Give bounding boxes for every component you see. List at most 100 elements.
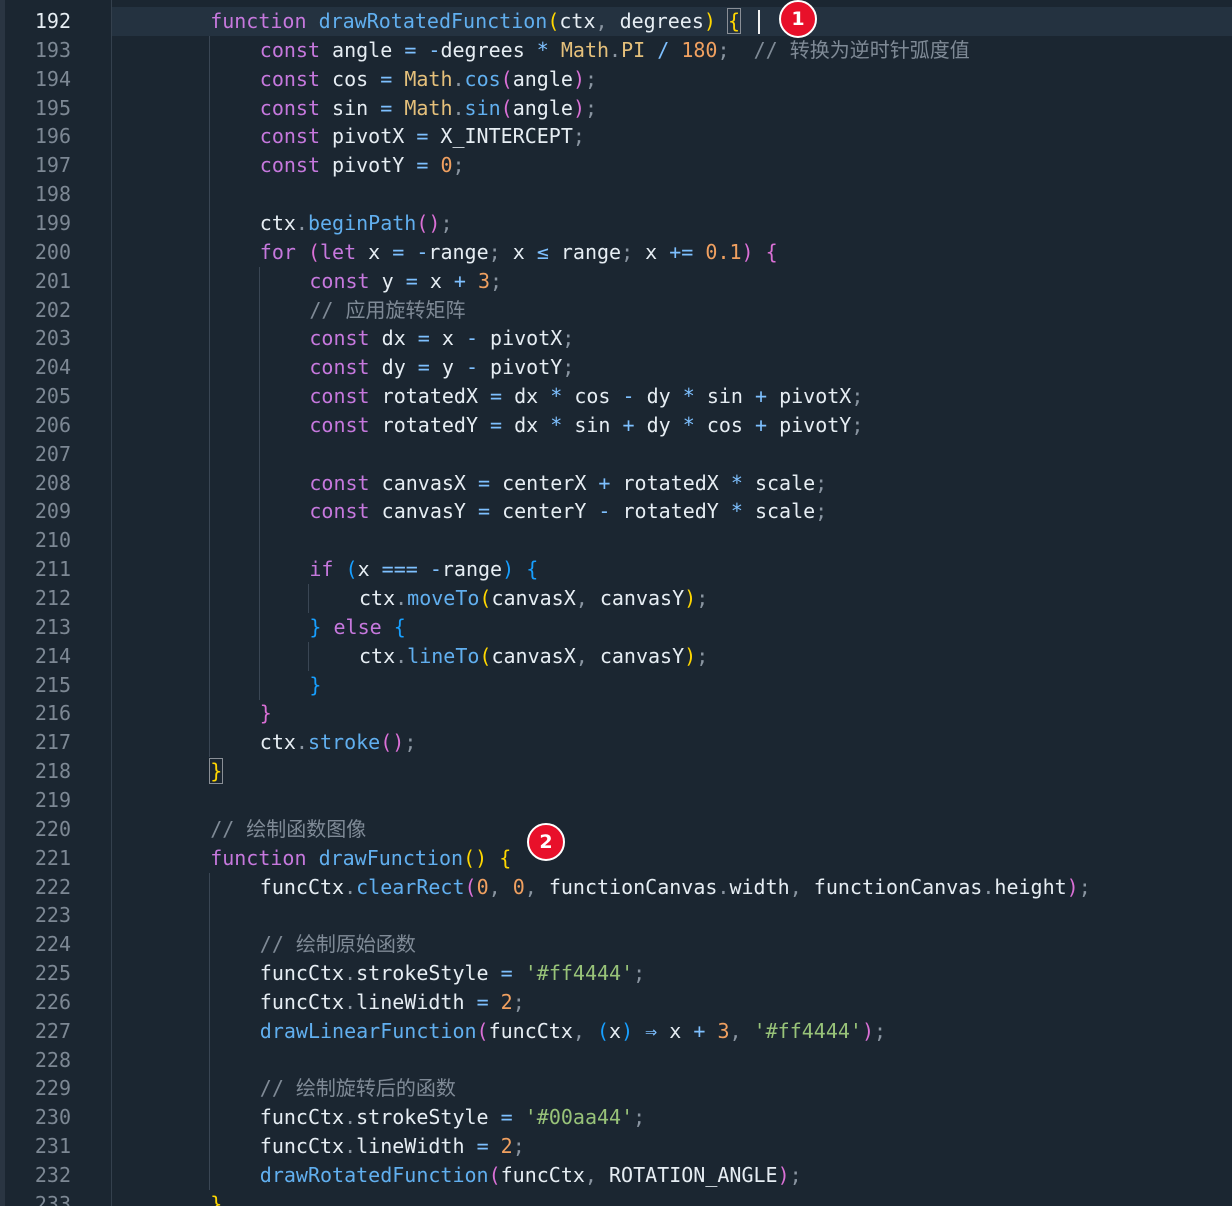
code-token: ( <box>345 557 358 582</box>
code-line[interactable]: 210 <box>0 526 1232 556</box>
code-line[interactable]: 219 <box>0 786 1232 815</box>
code-line[interactable]: 207 <box>0 439 1232 469</box>
code-text[interactable]: } <box>210 1190 222 1206</box>
code-line[interactable]: 200 for (let x = -range; x ≤ range; x += … <box>0 237 1232 267</box>
code-line[interactable]: 221 function drawFunction() { <box>0 844 1232 873</box>
code-token: ctx <box>259 730 296 755</box>
code-line[interactable]: 213 } else { <box>0 612 1232 642</box>
code-token: . <box>395 586 408 610</box>
code-text[interactable]: drawLinearFunction(funcCtx, (x) ⇒ x + 3,… <box>260 1017 886 1046</box>
code-line[interactable]: 196 const pivotX = X_INTERCEPT; <box>0 122 1232 152</box>
code-text[interactable]: const y = x + 3; <box>309 267 502 296</box>
code-text[interactable]: funcCtx.strokeStyle = '#00aa44'; <box>260 1103 645 1132</box>
line-number: 213 <box>34 614 71 639</box>
code-line[interactable]: 209 const canvasY = centerY - rotatedY * … <box>0 497 1232 527</box>
code-line[interactable]: 192 function drawRotatedFunction(ctx, deg… <box>0 7 1232 36</box>
code-text[interactable]: // 绘制函数图像 <box>210 815 366 844</box>
code-line[interactable]: 222 funcCtx.clearRect(0, 0, functionCanva… <box>0 872 1232 902</box>
code-text[interactable]: ctx.beginPath(); <box>260 209 453 238</box>
code-line[interactable]: 228 <box>0 1045 1232 1075</box>
code-text[interactable]: drawRotatedFunction(funcCtx, ROTATION_AN… <box>260 1161 802 1190</box>
code-line[interactable]: 231 funcCtx.lineWidth = 2; <box>0 1132 1232 1162</box>
code-line[interactable]: 204 const dy = y - pivotY; <box>0 353 1232 383</box>
code-line[interactable]: 203 const dx = x - pivotX; <box>0 324 1232 354</box>
code-line[interactable]: 214 ctx.lineTo(canvasX, canvasY); <box>0 641 1232 671</box>
code-token: ; <box>572 124 585 149</box>
code-line[interactable]: 193 const angle = -degrees * Math.PI / 18… <box>0 35 1232 65</box>
code-text[interactable]: // 绘制原始函数 <box>260 930 416 959</box>
code-text[interactable]: ctx.lineTo(canvasX, canvasY); <box>359 642 708 671</box>
code-line[interactable]: 195 const sin = Math.sin(angle); <box>0 93 1232 123</box>
code-token: let <box>320 239 357 264</box>
code-line[interactable]: 206 const rotatedY = dx * sin + dy * cos … <box>0 410 1232 440</box>
code-text[interactable]: const rotatedX = dx * cos - dy * sin + p… <box>309 382 863 411</box>
code-token: ) <box>572 66 585 91</box>
code-text[interactable]: const dy = y - pivotY; <box>309 353 574 382</box>
code-line[interactable]: 218} <box>0 757 1232 786</box>
code-line[interactable]: 225 funcCtx.strokeStyle = '#ff4444'; <box>0 959 1232 989</box>
code-text[interactable]: const cos = Math.cos(angle); <box>260 65 597 94</box>
code-token: ) <box>684 643 697 668</box>
code-text[interactable]: const canvasX = centerX + rotatedX * sca… <box>309 469 827 498</box>
code-text[interactable]: funcCtx.strokeStyle = '#ff4444'; <box>260 959 645 988</box>
code-line[interactable]: 229 // 绘制旋转后的函数 <box>0 1074 1232 1104</box>
code-line[interactable]: 216} <box>0 699 1232 729</box>
code-token: const <box>259 66 321 91</box>
code-line[interactable]: 211 if (x === -range) { <box>0 555 1232 585</box>
code-text[interactable]: // 绘制旋转后的函数 <box>260 1074 456 1103</box>
code-text[interactable]: } <box>260 699 272 728</box>
code-line[interactable]: 201 const y = x + 3; <box>0 266 1232 296</box>
code-text[interactable]: ctx.moveTo(canvasX, canvasY); <box>359 584 708 613</box>
code-line[interactable]: 197 const pivotY = 0; <box>0 151 1232 181</box>
code-text[interactable]: const pivotY = 0; <box>260 151 465 180</box>
code-line[interactable]: 223 <box>0 901 1232 931</box>
code-text[interactable]: const rotatedY = dx * sin + dy * cos + p… <box>309 411 863 440</box>
code-line[interactable]: 205 const rotatedX = dx * cos - dy * sin … <box>0 382 1232 412</box>
code-editor[interactable]: 192 function drawRotatedFunction(ctx, deg… <box>0 0 1232 1206</box>
code-text[interactable]: } else { <box>309 613 405 642</box>
indent-guide <box>209 35 211 65</box>
code-token: * <box>682 384 695 409</box>
indent-guide <box>308 584 310 613</box>
code-line[interactable]: 232 drawRotatedFunction(funcCtx, ROTATION… <box>0 1161 1232 1190</box>
code-text[interactable]: const pivotX = X_INTERCEPT; <box>260 122 585 151</box>
code-text[interactable]: const dx = x - pivotX; <box>309 324 574 353</box>
code-text[interactable]: funcCtx.lineWidth = 2; <box>260 988 525 1017</box>
code-token: // 绘制旋转后的函数 <box>259 1076 456 1101</box>
code-line[interactable]: 233} <box>0 1190 1232 1206</box>
code-text[interactable]: funcCtx.lineWidth = 2; <box>260 1132 525 1161</box>
code-token: strokeStyle <box>356 1105 501 1130</box>
code-text[interactable]: // 应用旋转矩阵 <box>309 296 465 325</box>
code-text[interactable]: } <box>209 757 224 786</box>
code-line[interactable]: 227 drawLinearFunction(funcCtx, (x) ⇒ x +… <box>0 1016 1232 1046</box>
code-text[interactable]: ctx.stroke(); <box>260 728 417 757</box>
code-text[interactable]: funcCtx.clearRect(0, 0, functionCanvas.w… <box>260 873 1091 902</box>
code-line[interactable]: 215} <box>0 670 1232 700</box>
code-text[interactable]: function drawRotatedFunction(ctx, degree… <box>210 7 742 36</box>
code-line[interactable]: 212 ctx.moveTo(canvasX, canvasY); <box>0 584 1232 613</box>
code-line[interactable]: 194 const cos = Math.cos(angle); <box>0 64 1232 94</box>
code-text[interactable]: for (let x = -range; x ≤ range; x += 0.1… <box>260 238 778 267</box>
code-line[interactable]: 220 // 绘制函数图像 <box>0 815 1232 844</box>
code-line[interactable]: 224 // 绘制原始函数 <box>0 930 1232 960</box>
code-line[interactable]: 226 funcCtx.lineWidth = 2; <box>0 987 1232 1017</box>
code-line[interactable]: 217 ctx.stroke(); <box>0 728 1232 758</box>
code-line[interactable]: 208 const canvasX = centerX + rotatedX * … <box>0 468 1232 498</box>
line-number: 216 <box>34 701 71 726</box>
code-text[interactable]: const sin = Math.sin(angle); <box>260 94 597 123</box>
code-token: ) <box>502 557 515 582</box>
code-text[interactable]: } <box>309 671 321 700</box>
code-text[interactable]: const canvasY = centerY - rotatedY * sca… <box>309 497 827 526</box>
code-line[interactable]: 199 ctx.beginPath(); <box>0 208 1232 238</box>
code-text[interactable]: if (x === -range) { <box>309 555 538 584</box>
code-text[interactable]: function drawFunction() { <box>210 844 511 873</box>
code-line[interactable]: 230 funcCtx.strokeStyle = '#00aa44'; <box>0 1103 1232 1133</box>
code-line[interactable]: 202 // 应用旋转矩阵 <box>0 295 1232 325</box>
code-token: ; <box>512 1134 525 1159</box>
code-line[interactable]: 198 <box>0 180 1232 210</box>
code-text[interactable]: const angle = -degrees * Math.PI / 180; … <box>260 36 970 65</box>
code-token: = <box>476 989 489 1014</box>
